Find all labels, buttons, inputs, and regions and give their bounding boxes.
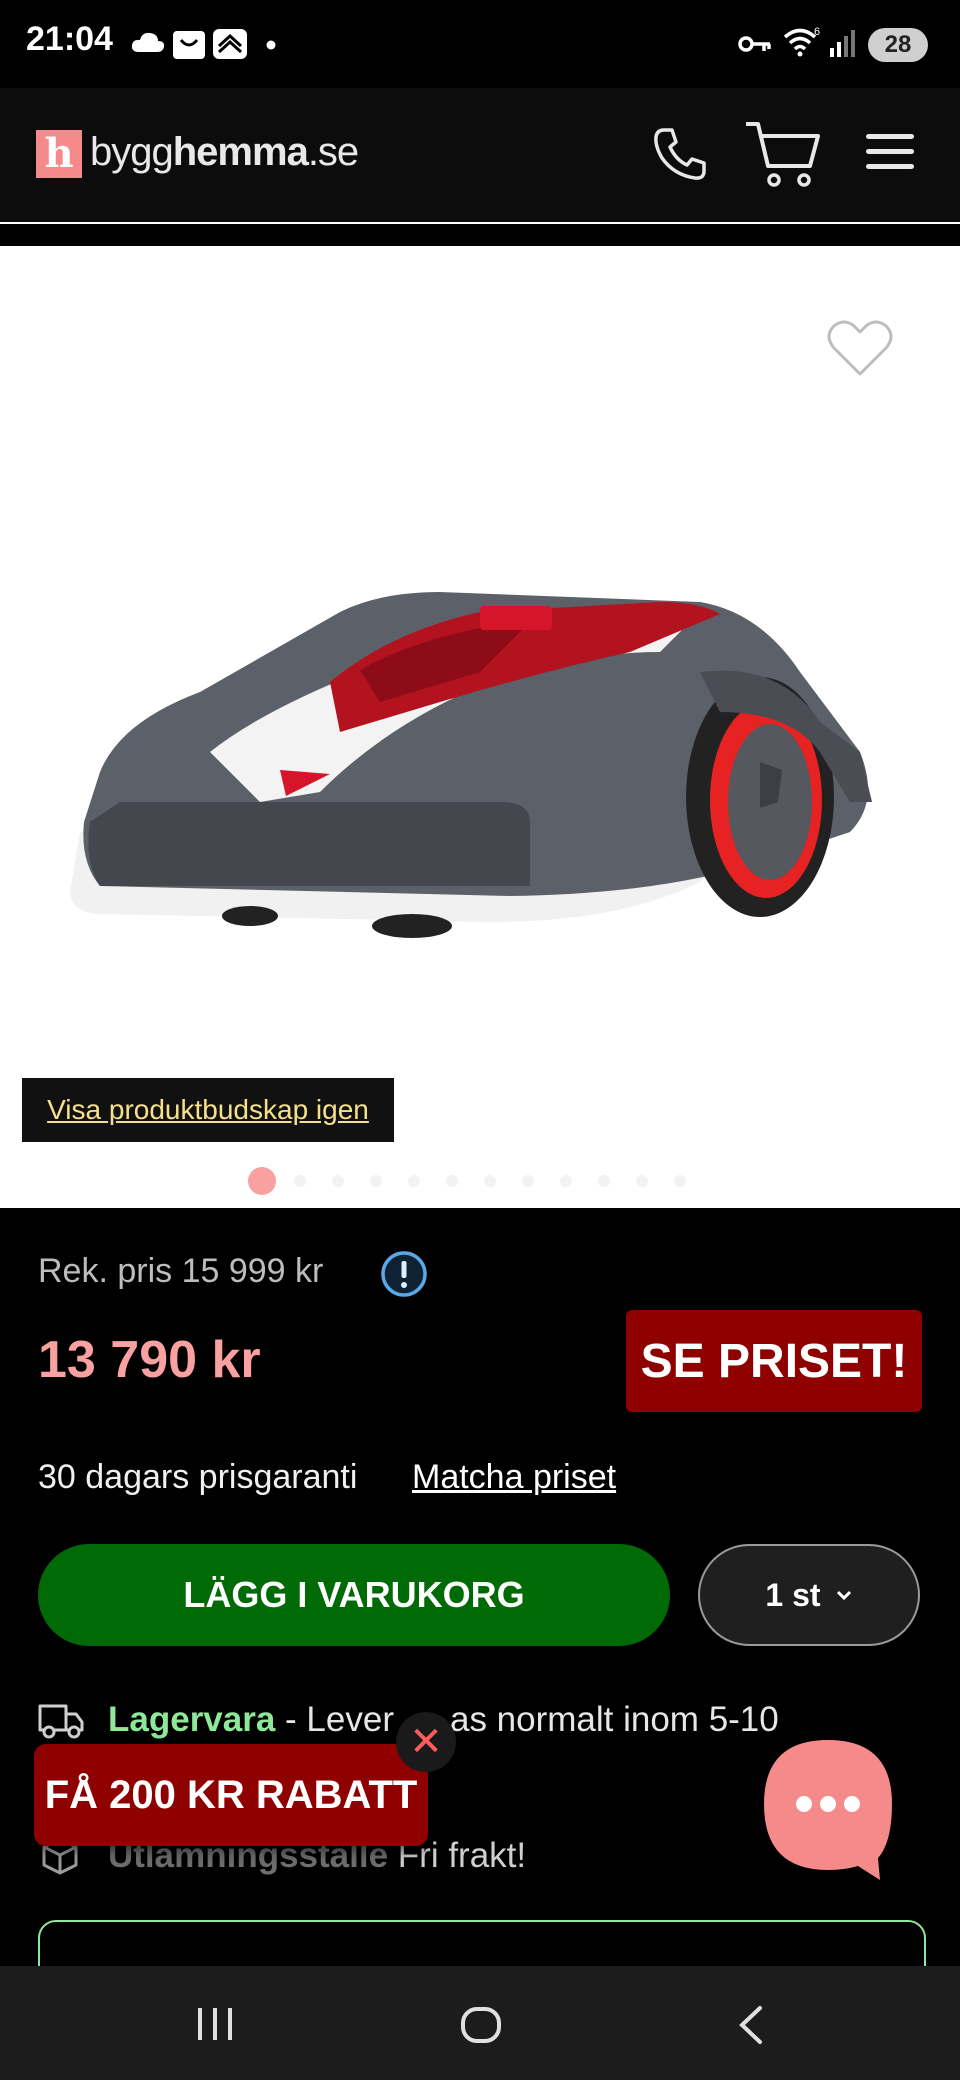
carousel-dot[interactable] xyxy=(636,1175,648,1187)
carousel-dot[interactable] xyxy=(522,1175,534,1187)
chat-icon[interactable] xyxy=(762,1738,894,1882)
phone-icon[interactable] xyxy=(650,124,710,184)
stock-label: Lagervara xyxy=(108,1700,276,1739)
stock-text-b: as normalt inom 5-10 xyxy=(449,1700,779,1739)
svg-text:6: 6 xyxy=(814,26,820,38)
cloud-icon xyxy=(131,32,165,52)
status-time: 21:04 xyxy=(26,20,113,58)
dot-icon xyxy=(266,40,276,50)
discount-promo-button[interactable]: FÅ 200 KR RABATT xyxy=(34,1744,428,1846)
recent-apps-icon[interactable] xyxy=(194,2004,236,2044)
carousel-dot[interactable] xyxy=(408,1175,420,1187)
close-icon[interactable]: ✕ xyxy=(396,1712,456,1772)
menu-icon[interactable] xyxy=(864,130,916,174)
logo-text-se: .se xyxy=(307,130,359,174)
product-image-carousel[interactable]: Visa produktbudskap igen xyxy=(0,246,960,1208)
status-bar: 21:04 6 28 xyxy=(0,0,960,88)
carousel-dot[interactable] xyxy=(598,1175,610,1187)
carousel-dot[interactable] xyxy=(370,1175,382,1187)
current-price: 13 790 kr xyxy=(38,1331,261,1389)
carousel-dot[interactable] xyxy=(332,1175,344,1187)
carousel-dot[interactable] xyxy=(294,1175,306,1187)
carousel-dot[interactable] xyxy=(484,1175,496,1187)
bag-icon xyxy=(173,31,205,59)
back-icon[interactable] xyxy=(734,2004,770,2046)
cart-icon[interactable] xyxy=(744,118,822,190)
site-header: h bygghemma.se xyxy=(0,88,960,224)
app-icon xyxy=(213,29,247,59)
quantity-select[interactable]: 1 st xyxy=(698,1544,920,1646)
add-to-cart-button[interactable]: LÄGG I VARUKORG xyxy=(38,1544,670,1646)
signal-icon xyxy=(830,30,855,57)
product-photo-robot-mower xyxy=(70,592,872,938)
truck-icon xyxy=(38,1704,84,1739)
info-icon[interactable] xyxy=(380,1250,428,1298)
system-nav-bar xyxy=(0,1966,960,2080)
see-price-button[interactable]: SE PRISET! xyxy=(626,1310,922,1412)
key-icon xyxy=(738,36,771,52)
battery-icon: 28 xyxy=(868,28,928,62)
home-icon[interactable] xyxy=(460,2004,502,2046)
price-guarantee-text: 30 dagars prisgaranti xyxy=(38,1458,358,1496)
show-product-message-label: Visa produktbudskap igen xyxy=(47,1094,369,1125)
wifi-icon: 6 xyxy=(783,26,820,57)
header-divider xyxy=(0,224,960,246)
show-product-message-button[interactable]: Visa produktbudskap igen xyxy=(22,1078,394,1142)
match-price-link[interactable]: Matcha priset xyxy=(412,1458,616,1497)
logo-icon[interactable]: h xyxy=(36,130,82,178)
carousel-dot[interactable] xyxy=(248,1167,276,1195)
carousel-dot[interactable] xyxy=(446,1175,458,1187)
logo-text-bygg: bygg xyxy=(90,130,174,174)
logo-text-hemma: hemma xyxy=(172,130,309,174)
chevron-down-icon xyxy=(836,1590,851,1601)
carousel-dots xyxy=(0,1166,960,1196)
logo-text[interactable]: bygghemma.se xyxy=(90,130,359,175)
recommended-price: Rek. pris 15 999 kr xyxy=(38,1252,324,1290)
heart-icon[interactable] xyxy=(826,318,894,380)
quantity-value: 1 st xyxy=(765,1576,821,1613)
carousel-dot[interactable] xyxy=(674,1175,686,1187)
carousel-dot[interactable] xyxy=(560,1175,572,1187)
stock-text-a: - Lever xyxy=(275,1700,394,1739)
